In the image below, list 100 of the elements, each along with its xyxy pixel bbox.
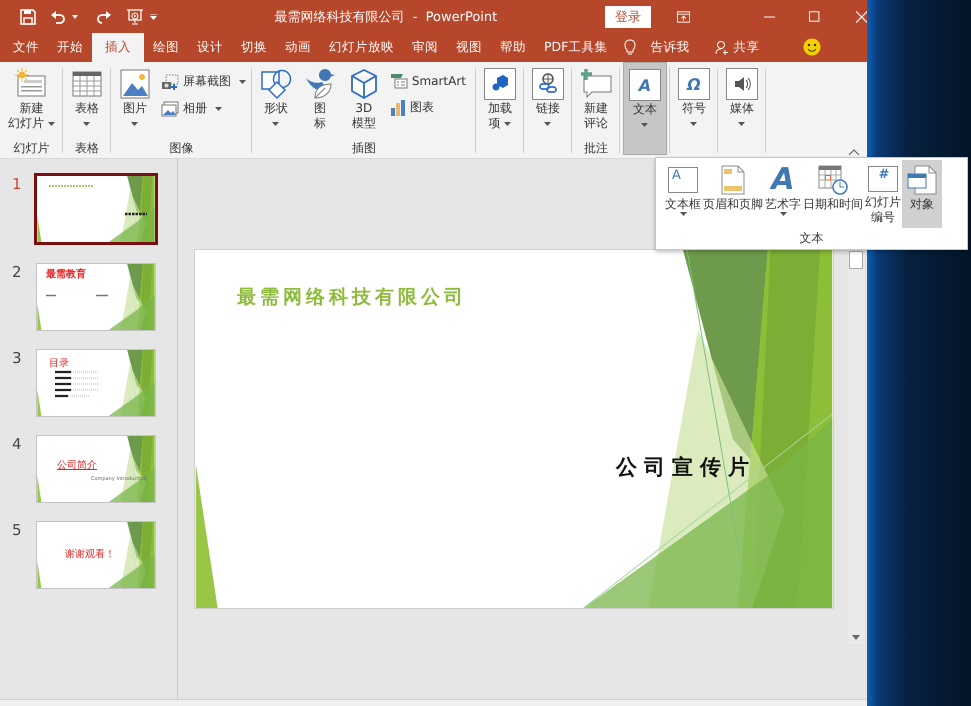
caret-icon [504, 122, 512, 126]
caret-icon [131, 122, 138, 126]
speaker-icon [726, 68, 758, 100]
table-icon [72, 70, 102, 98]
word-art-icon: A [771, 164, 795, 196]
object-icon [907, 165, 937, 195]
ribbon-button[interactable]: 图 标 [298, 65, 341, 140]
tell-me-search[interactable]: 告诉我 [644, 33, 696, 62]
ribbon-tab[interactable]: 帮助 [491, 33, 535, 62]
slide-number: 3 [11, 349, 23, 367]
caret-icon [83, 122, 90, 126]
ribbon-button[interactable]: Ω 符号 [672, 65, 715, 140]
ribbon-tab[interactable]: 切换 [232, 33, 276, 62]
login-button[interactable]: 登录 [604, 6, 651, 28]
contents-list-drawing [55, 370, 99, 398]
group-label: 表格 [74, 140, 100, 156]
menu-button[interactable]: A 文本框 [664, 160, 702, 228]
bird-and-leaf-icon [304, 68, 335, 100]
ribbon-tab[interactable]: 视图 [447, 33, 491, 62]
text-box-icon: A [668, 167, 698, 193]
ribbon-tab[interactable]: 幻灯片放映 [320, 33, 403, 62]
caret-icon [238, 80, 246, 84]
group-label: 图像 [168, 140, 194, 156]
ribbon-button[interactable]: A 文本 [622, 62, 667, 155]
ribbon-tab[interactable]: 文件 [4, 33, 48, 62]
menu-button[interactable]: 对象 [902, 160, 942, 228]
scroll-down-icon[interactable] [852, 635, 860, 640]
group-label: 插图 [350, 140, 377, 156]
lightbulb-icon [624, 39, 636, 56]
menu-button[interactable]: 日期和时间 [802, 160, 864, 228]
caret-icon [272, 122, 280, 126]
customize-menu-icon[interactable] [150, 14, 157, 20]
minimize-icon[interactable] [764, 16, 776, 18]
smiley-icon[interactable] [803, 38, 822, 56]
caret-icon [544, 122, 552, 126]
ribbon-tab[interactable]: 审阅 [403, 33, 447, 62]
ribbon-display-options-icon[interactable] [676, 10, 690, 22]
ribbon-button[interactable]: 相册 [158, 98, 249, 119]
picture-icon [120, 69, 150, 99]
cube-icon [348, 68, 379, 100]
screenshot-icon [160, 74, 179, 90]
ribbon-button[interactable]: 表格 [66, 65, 108, 140]
ribbon-button[interactable]: 图片 [114, 65, 156, 140]
undo-icon[interactable] [50, 10, 66, 24]
caret-icon [48, 122, 55, 126]
ribbon-tab[interactable]: PDF工具集 [535, 33, 616, 62]
ribbon-button[interactable]: 3D 模型 [342, 65, 385, 140]
group-label: 文本 [800, 230, 824, 246]
ribbon-tab[interactable]: 设计 [188, 33, 232, 62]
ribbon-button[interactable]: 形状 [254, 65, 297, 140]
slide-title: 目录 [49, 357, 69, 370]
ribbon-button[interactable]: 链接 [526, 65, 569, 140]
slide-number: 2 [11, 263, 23, 281]
share-button[interactable]: 共享 [709, 33, 766, 62]
slide-title: 谢谢观看！ [65, 548, 115, 561]
ribbon-tab[interactable]: 开始 [48, 33, 92, 62]
ribbon-button[interactable]: 屏幕截图 [158, 71, 249, 92]
smartart-icon [390, 73, 408, 89]
ribbon-tab[interactable]: 绘图 [144, 33, 188, 62]
slide-subtitle[interactable]: 公司宣传片 [616, 453, 756, 481]
ribbon-button[interactable]: 加载 项 [478, 65, 521, 140]
link-icon [532, 68, 564, 100]
person-add-icon [715, 40, 730, 55]
slide-title: 最需教育 [46, 267, 86, 281]
save-icon[interactable] [20, 8, 36, 24]
slideshow-icon[interactable] [126, 8, 144, 24]
symbol-icon: Ω [678, 68, 710, 100]
slide-thumbnail[interactable]: 目录 [36, 349, 156, 417]
slide-number-icon: # [868, 166, 898, 192]
add-in-icon [484, 68, 516, 100]
slide-thumbnail[interactable]: 谢谢观看！ [36, 521, 156, 589]
caret-icon[interactable] [72, 14, 78, 18]
shapes-icon [260, 68, 292, 100]
slide-title: 公司简介 [57, 459, 97, 472]
menu-button[interactable]: 页眉和页脚 [702, 160, 764, 228]
close-icon[interactable] [856, 10, 867, 22]
vertical-scrollbar[interactable] [848, 249, 864, 644]
ribbon-tab[interactable]: 动画 [276, 33, 320, 62]
slide-thumbnail[interactable]: 最需教育 [36, 263, 156, 331]
window-title: 最需网络科技有限公司 - PowerPoint [274, 8, 498, 26]
photo-album-icon [160, 100, 179, 116]
ribbon-button[interactable]: 新建 幻灯片 [3, 65, 60, 140]
ribbon-button[interactable]: 新建 评论 [574, 65, 617, 140]
calendar-clock-icon [818, 165, 848, 195]
caret-icon [780, 212, 786, 216]
menu-button[interactable]: # 幻灯片 编号 [864, 160, 902, 228]
tiny-text-drawing [46, 294, 108, 297]
ribbon-tab[interactable]: 插入 [92, 33, 144, 62]
group-label: 幻灯片 [12, 140, 50, 156]
scroll-thumb[interactable] [849, 251, 863, 269]
text-icon: A [628, 69, 661, 101]
collapse-ribbon-icon[interactable] [849, 149, 859, 155]
ribbon-button[interactable]: 图表 [386, 97, 473, 118]
maximize-icon[interactable] [809, 11, 820, 22]
menu-button[interactable]: A 艺术字 [764, 160, 802, 228]
ribbon-button[interactable]: 媒体 [720, 65, 763, 140]
group-label: 批注 [582, 140, 609, 156]
redo-icon[interactable] [96, 10, 112, 24]
ribbon-button[interactable]: SmartArt [386, 71, 473, 91]
header-footer-icon [721, 165, 745, 195]
